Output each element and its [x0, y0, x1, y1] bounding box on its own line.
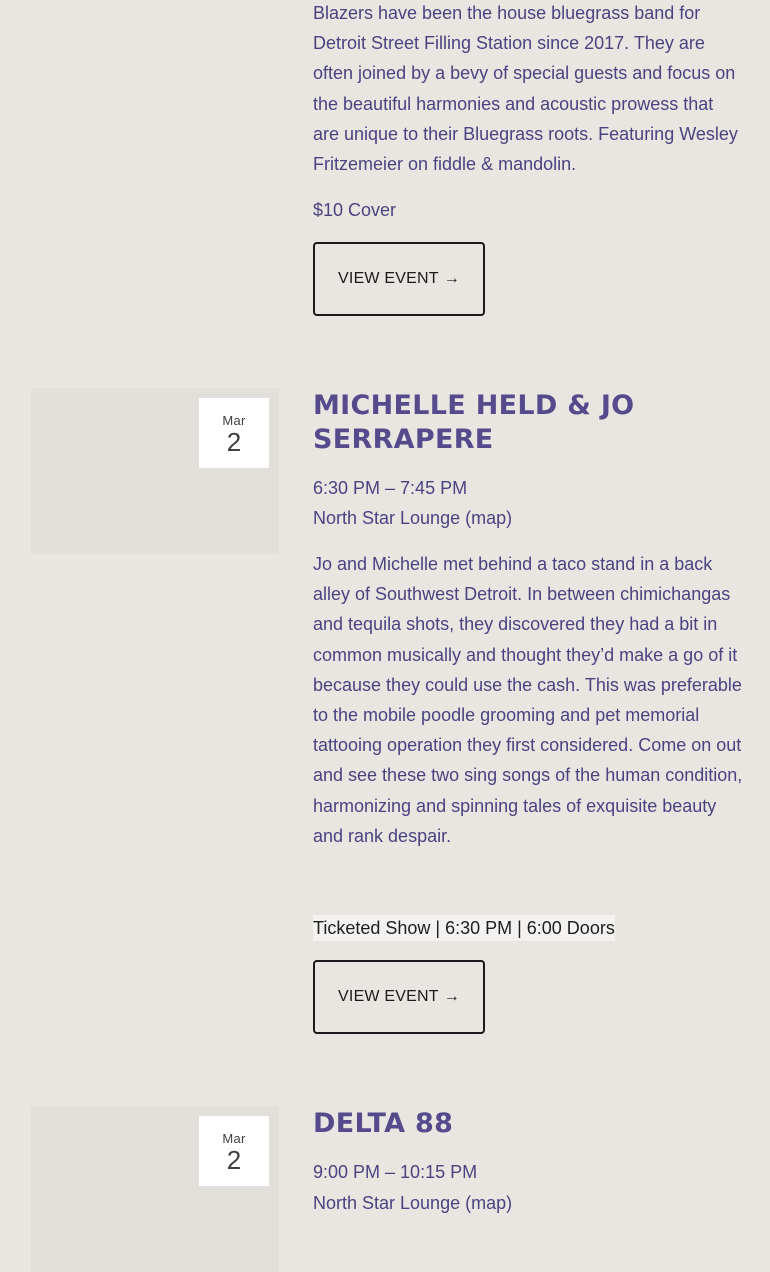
event-location: North Star Lounge (map)	[313, 1191, 512, 1215]
date-month: Mar	[222, 413, 246, 428]
event-time: 6:30 PM – 7:45 PM	[313, 478, 468, 498]
map-link[interactable]: (map)	[465, 508, 512, 528]
date-day: 2	[226, 1145, 242, 1175]
map-link[interactable]: (map)	[465, 1193, 512, 1213]
view-event-button[interactable]: VIEW EVENT →	[313, 960, 485, 1034]
venue-name: North Star Lounge	[313, 1193, 466, 1213]
date-day: 2	[226, 427, 242, 457]
event-time: 9:00 PM – 10:15 PM	[313, 1162, 478, 1182]
date-badge: Mar 2	[199, 1116, 269, 1186]
event-list-page: Blazers have been the house bluegrass ba…	[0, 0, 770, 1272]
view-event-label: VIEW EVENT	[338, 270, 439, 287]
view-event-label: VIEW EVENT	[338, 988, 439, 1005]
event-title[interactable]: Michelle Held & Jo Serrapere	[313, 389, 733, 457]
event-title[interactable]: Delta 88	[313, 1107, 733, 1141]
arrow-right-icon: →	[443, 988, 460, 1005]
venue-name: North Star Lounge	[313, 508, 466, 528]
date-badge: Mar 2	[199, 398, 269, 468]
event-description: Jo and Michelle met behind a taco stand …	[313, 554, 743, 846]
arrow-right-icon: →	[443, 270, 460, 287]
ticket-info: Ticketed Show | 6:30 PM | 6:00 Doors	[313, 915, 615, 941]
view-event-button[interactable]: VIEW EVENT →	[313, 242, 485, 316]
event-location: North Star Lounge (map)	[313, 506, 512, 530]
event-description: Blazers have been the house bluegrass ba…	[313, 3, 738, 175]
event-cover-price: $10 Cover	[313, 200, 397, 220]
date-month: Mar	[222, 1131, 246, 1146]
